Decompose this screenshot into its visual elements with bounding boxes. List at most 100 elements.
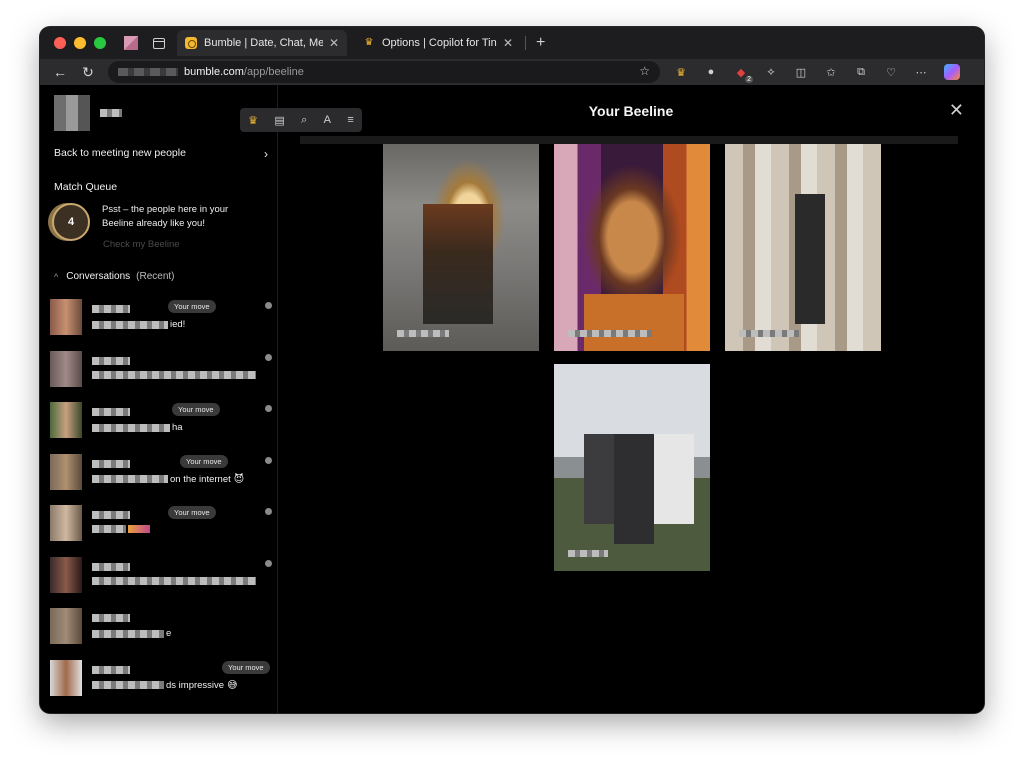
collapse-caret-icon: ^ xyxy=(54,271,59,282)
message-preview xyxy=(92,576,258,585)
close-icon[interactable]: ✕ xyxy=(949,100,964,121)
list-item[interactable]: Your move xyxy=(40,497,277,549)
message-preview: e xyxy=(92,628,171,639)
user-name-blurred xyxy=(100,109,122,117)
back-label: Back to meeting new people xyxy=(54,147,186,159)
conversation-list: Your move ied! Your move ha Your move on… xyxy=(40,291,277,704)
extension-badge: 2 xyxy=(745,76,753,83)
new-tab-icon[interactable]: + xyxy=(536,34,545,52)
beeline-count-badge: 4 xyxy=(52,203,90,241)
unread-dot xyxy=(265,508,272,515)
match-queue-title: Match Queue xyxy=(54,181,118,193)
your-move-badge: Your move xyxy=(222,660,270,674)
beeline-queue-card[interactable]: 4 Psst – the people here in your Beeline… xyxy=(52,203,252,241)
url-prefix-blurred xyxy=(118,68,178,76)
contact-name-blurred xyxy=(92,408,130,416)
beeline-profile-card[interactable] xyxy=(554,364,710,571)
profile-photo-pixelated xyxy=(554,364,710,571)
beeline-profile-card[interactable] xyxy=(383,144,539,351)
tab-close-icon[interactable]: ✕ xyxy=(329,36,339,50)
unread-dot xyxy=(265,559,272,567)
user-profile[interactable] xyxy=(54,95,122,131)
message-preview xyxy=(92,370,258,379)
list-item[interactable] xyxy=(40,549,277,601)
contact-name-blurred xyxy=(92,665,130,674)
conversations-title: Conversations xyxy=(66,271,131,282)
avatar xyxy=(50,453,82,490)
list-item[interactable] xyxy=(40,343,277,395)
unread-dot xyxy=(265,302,272,309)
message-preview: ds impressive 😅 xyxy=(92,680,238,691)
profile-icon[interactable] xyxy=(124,36,138,50)
split-screen-icon[interactable]: ◫ xyxy=(794,65,808,79)
extensions-toolbar: ♛ ● ◆ 2 ⟡ ◫ ✩ ⧉ ♡ ⋯ xyxy=(674,64,960,83)
copilot-favicon-icon: ♛ xyxy=(364,37,374,48)
contact-name-blurred xyxy=(92,511,130,519)
copilot-crown-icon[interactable]: ♛ xyxy=(248,114,258,127)
card-caption-blurred xyxy=(568,550,608,557)
profile-photo-pixelated xyxy=(383,144,539,351)
minimize-window-button[interactable] xyxy=(74,37,86,49)
beeline-profile-card[interactable] xyxy=(554,144,710,351)
list-item[interactable]: e xyxy=(40,600,277,652)
card-caption-blurred xyxy=(739,330,799,337)
url-path: /app/beeline xyxy=(243,66,304,78)
ublock-extension-icon[interactable]: ◆ 2 xyxy=(734,65,753,83)
conversations-header[interactable]: ^ Conversations (Recent) xyxy=(54,271,175,282)
tab-close-icon[interactable]: ✕ xyxy=(503,36,513,50)
more-menu-icon[interactable]: ⋯ xyxy=(914,65,928,79)
collections-icon[interactable]: ⧉ xyxy=(854,65,868,79)
message-preview: ha xyxy=(92,422,183,433)
contact-name-blurred xyxy=(92,356,130,365)
location-pin-icon[interactable]: ● xyxy=(704,65,718,79)
avatar xyxy=(50,402,82,438)
tab-title: Options | Copilot for Tinder & B xyxy=(382,37,497,49)
list-item[interactable]: Your move ied! xyxy=(40,291,277,343)
puzzle-extensions-icon[interactable]: ⟡ xyxy=(764,65,778,79)
page-title: Your Beeline xyxy=(588,103,674,119)
favorite-star-icon[interactable]: ☆ xyxy=(639,64,650,78)
copilot-extension-icon[interactable]: ♛ xyxy=(674,65,688,79)
avatar xyxy=(50,556,82,593)
bumble-page: Back to meeting new people › Match Queue… xyxy=(40,85,984,713)
tab-bar: Bumble | Date, Chat, Meet New ✕ ♛ Option… xyxy=(40,27,984,59)
list-item[interactable]: Your move ha xyxy=(40,394,277,446)
message-preview: on the internet 😈 xyxy=(92,474,244,485)
avatar xyxy=(50,659,82,696)
header-divider xyxy=(300,136,958,144)
contact-name-blurred xyxy=(92,305,130,313)
tab-bumble[interactable]: Bumble | Date, Chat, Meet New ✕ xyxy=(177,30,347,56)
tab-actions-icon[interactable] xyxy=(153,37,165,49)
list-item[interactable]: Your move ds impressive 😅 xyxy=(40,652,277,704)
unread-dot xyxy=(265,353,272,361)
url-domain: bumble.com xyxy=(184,66,244,78)
back-arrow-icon[interactable]: ← xyxy=(52,64,68,80)
avatar xyxy=(50,608,82,644)
heart-health-icon[interactable]: ♡ xyxy=(884,65,898,79)
url-field[interactable]: bumble.com /app/beeline ☆ xyxy=(108,61,660,83)
bumble-favicon-icon xyxy=(185,37,197,49)
window-controls xyxy=(54,37,106,49)
contact-name-blurred xyxy=(92,562,130,571)
message-preview xyxy=(92,525,150,533)
tab-separator xyxy=(525,36,526,50)
card-caption-blurred xyxy=(397,330,449,337)
address-bar-row: ← ↻ bumble.com /app/beeline ☆ ♛ ● ◆ 2 ⟡ ◫… xyxy=(40,59,984,85)
tab-copilot-options[interactable]: ♛ Options | Copilot for Tinder & B ✕ xyxy=(355,30,521,56)
card-caption-blurred xyxy=(568,330,652,337)
contact-name-blurred xyxy=(92,614,130,622)
beeline-promo-text: Psst – the people here in your Beeline a… xyxy=(102,204,229,229)
copilot-logo-icon[interactable] xyxy=(944,64,960,80)
avatar xyxy=(50,299,82,335)
favorites-icon[interactable]: ✩ xyxy=(824,65,838,79)
back-to-meeting-link[interactable]: Back to meeting new people › xyxy=(54,147,268,161)
beeline-profile-card[interactable] xyxy=(725,144,881,351)
reload-icon[interactable]: ↻ xyxy=(80,64,96,81)
avatar xyxy=(50,505,82,541)
your-move-badge: Your move xyxy=(168,506,216,519)
grimace-emoji-icon: 😅 xyxy=(227,679,238,691)
maximize-window-button[interactable] xyxy=(94,37,106,49)
close-window-button[interactable] xyxy=(54,37,66,49)
check-beeline-link[interactable]: Check my Beeline xyxy=(103,239,180,250)
list-item[interactable]: Your move on the internet 😈 xyxy=(40,446,277,498)
